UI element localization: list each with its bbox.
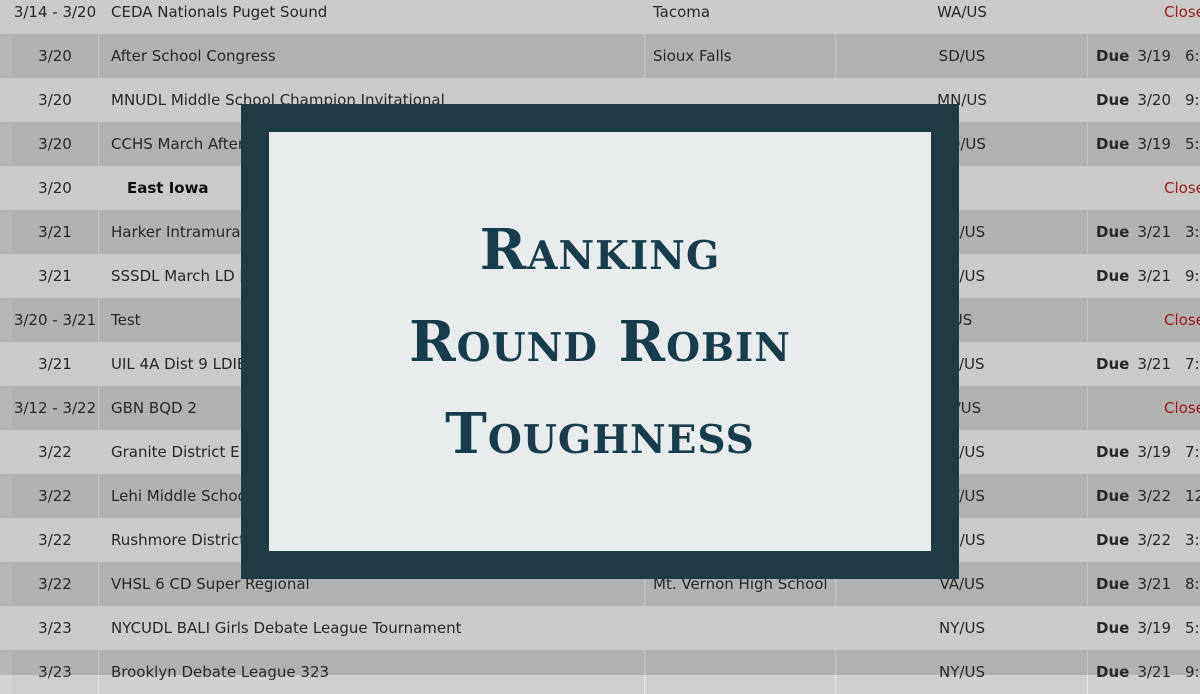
- title-line-2: Round Robin: [409, 308, 791, 375]
- title-card-frame: Ranking Round Robin Toughness: [241, 104, 959, 579]
- title-card: Ranking Round Robin Toughness: [269, 132, 931, 551]
- title-line-1: Ranking: [479, 216, 721, 283]
- title-line-3: Toughness: [445, 400, 755, 467]
